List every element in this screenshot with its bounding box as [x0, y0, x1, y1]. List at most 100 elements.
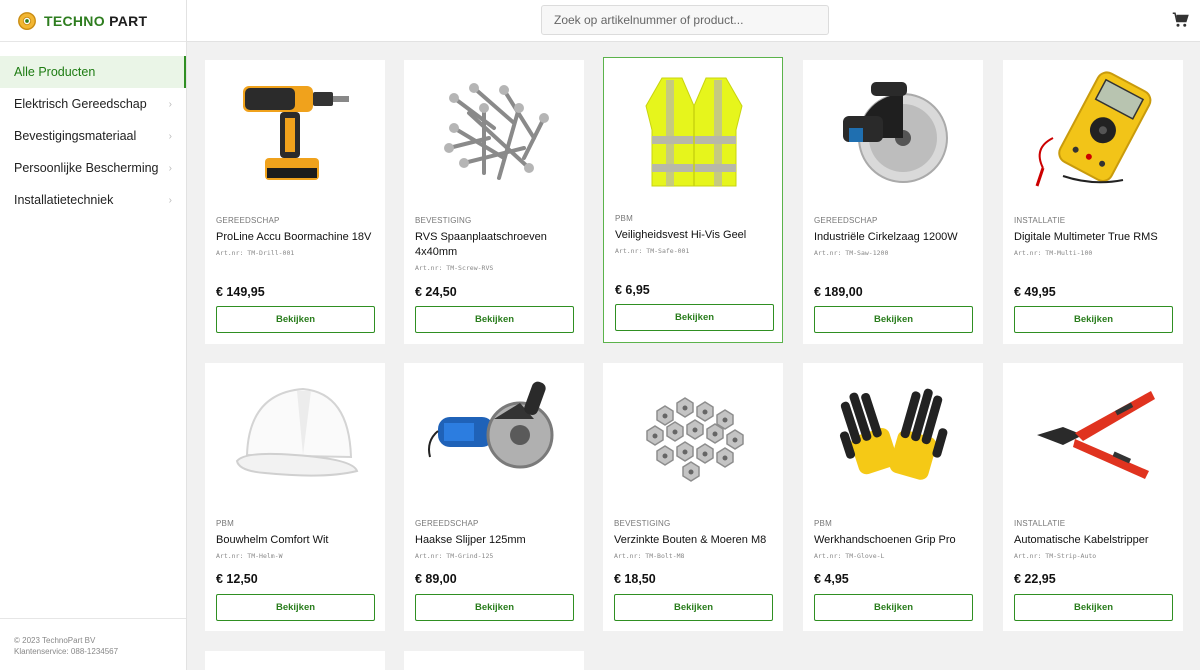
- cart-icon[interactable]: [1172, 11, 1190, 29]
- product-name: Digitale Multimeter True RMS: [1014, 231, 1158, 243]
- product-sku: Art.nr: TM-Multi-100: [1014, 249, 1093, 257]
- product-image: [404, 60, 584, 202]
- product-price: € 149,95: [216, 285, 265, 299]
- top-bar: [187, 0, 1200, 42]
- sidebar: TECHNO PART Alle Producten Elektrisch Ge…: [0, 0, 187, 670]
- helmet-icon: [235, 387, 359, 477]
- product-name: Werkhandschoenen Grip Pro: [814, 534, 956, 546]
- product-sku: Art.nr: TM-Glove-L: [814, 552, 885, 560]
- product-price: € 24,50: [415, 285, 457, 299]
- nuts-icon: [646, 397, 744, 482]
- product-price: € 12,50: [216, 572, 258, 586]
- product-category: BEVESTIGING: [415, 216, 472, 225]
- product-name: ProLine Accu Boormachine 18V: [216, 231, 372, 243]
- product-sku: Art.nr: TM-Bolt-M8: [614, 552, 685, 560]
- view-product-button[interactable]: Bekijken: [1014, 594, 1173, 621]
- sidebar-item-bevestigingsmateriaal[interactable]: Bevestigingsmateriaal ›: [0, 120, 186, 152]
- sidebar-item-label: Alle Producten: [14, 65, 96, 79]
- gear-logo-icon: [18, 11, 36, 30]
- product-card-partial[interactable]: [205, 651, 385, 670]
- sidebar-item-alle-producten[interactable]: Alle Producten: [0, 56, 186, 88]
- view-product-button[interactable]: Bekijken: [1014, 306, 1173, 333]
- product-name: Veiligheidsvest Hi-Vis Geel: [615, 229, 747, 241]
- product-name: Haakse Slijper 125mm: [415, 534, 526, 546]
- copyright-text: © 2023 TechnoPart BV: [14, 636, 96, 645]
- vest-icon: [645, 77, 743, 187]
- chevron-right-icon: ›: [168, 194, 172, 206]
- product-image: [205, 363, 385, 505]
- view-product-button[interactable]: Bekijken: [615, 304, 774, 331]
- drill-icon: [243, 86, 349, 180]
- product-image: [1003, 363, 1183, 505]
- product-card[interactable]: INSTALLATIE Digitale Multimeter True RMS…: [1003, 60, 1183, 344]
- product-sku: Art.nr: TM-Saw-1200: [814, 249, 889, 257]
- product-sku: Art.nr: TM-Grind-125: [415, 552, 494, 560]
- product-card[interactable]: PBM Werkhandschoenen Grip Pro Art.nr: TM…: [803, 363, 983, 631]
- product-price: € 189,00: [814, 285, 863, 299]
- chevron-right-icon: ›: [168, 130, 172, 142]
- saw-icon: [843, 82, 948, 183]
- screws-icon: [444, 83, 549, 180]
- product-image: [1003, 60, 1183, 202]
- product-image: [205, 60, 385, 202]
- product-price: € 89,00: [415, 572, 457, 586]
- product-image: [604, 58, 784, 200]
- chevron-right-icon: ›: [168, 162, 172, 174]
- product-category: GEREEDSCHAP: [814, 216, 878, 225]
- search-input[interactable]: [541, 5, 829, 35]
- product-card[interactable]: BEVESTIGING RVS Spaanplaatschroeven 4x40…: [404, 60, 584, 344]
- product-category: INSTALLATIE: [1014, 519, 1066, 528]
- product-sku: Art.nr: TM-Safe-001: [615, 247, 690, 255]
- product-sku: Art.nr: TM-Helm-W: [216, 552, 283, 560]
- customer-service-text: Klantenservice: 088-1234567: [14, 647, 119, 656]
- product-price: € 6,95: [615, 283, 650, 297]
- logo[interactable]: TECHNO PART: [0, 0, 186, 42]
- product-card[interactable]: PBM Bouwhelm Comfort Wit Art.nr: TM-Helm…: [205, 363, 385, 631]
- grinder-icon: [428, 381, 554, 469]
- chevron-right-icon: ›: [168, 98, 172, 110]
- product-card[interactable]: GEREEDSCHAP ProLine Accu Boormachine 18V…: [205, 60, 385, 344]
- sidebar-item-label: Persoonlijke Bescherming: [14, 161, 159, 175]
- sidebar-item-label: Bevestigingsmateriaal: [14, 129, 137, 143]
- gloves-icon: [839, 388, 948, 480]
- product-name: RVS Spaanplaatschroeven 4x40mm: [415, 231, 547, 258]
- product-price: € 18,50: [614, 572, 656, 586]
- view-product-button[interactable]: Bekijken: [216, 306, 375, 333]
- product-category: BEVESTIGING: [614, 519, 671, 528]
- product-category: PBM: [615, 214, 633, 223]
- view-product-button[interactable]: Bekijken: [216, 594, 375, 621]
- view-product-button[interactable]: Bekijken: [415, 594, 574, 621]
- view-product-button[interactable]: Bekijken: [814, 306, 973, 333]
- product-category: PBM: [814, 519, 832, 528]
- product-image: [603, 363, 783, 505]
- product-card[interactable]: BEVESTIGING Verzinkte Bouten & Moeren M8…: [603, 363, 783, 631]
- sidebar-item-label: Installatietechniek: [14, 193, 114, 207]
- product-category: PBM: [216, 519, 234, 528]
- multimeter-icon: [1035, 71, 1152, 187]
- product-card[interactable]: GEREEDSCHAP Haakse Slijper 125mm Art.nr:…: [404, 363, 584, 631]
- brand-name: TECHNO PART: [44, 12, 148, 29]
- product-card-partial[interactable]: [404, 651, 584, 670]
- product-sku: Art.nr: TM-Strip-Auto: [1014, 552, 1097, 560]
- product-name: Automatische Kabelstripper: [1014, 534, 1149, 546]
- product-card[interactable]: INSTALLATIE Automatische Kabelstripper A…: [1003, 363, 1183, 631]
- product-card[interactable]: GEREEDSCHAP Industriële Cirkelzaag 1200W…: [803, 60, 983, 344]
- product-category: GEREEDSCHAP: [415, 519, 479, 528]
- view-product-button[interactable]: Bekijken: [814, 594, 973, 621]
- product-name: Bouwhelm Comfort Wit: [216, 534, 329, 546]
- category-nav: Alle Producten Elektrisch Gereedschap › B…: [0, 56, 186, 216]
- view-product-button[interactable]: Bekijken: [415, 306, 574, 333]
- stripper-icon: [1037, 391, 1155, 479]
- view-product-button[interactable]: Bekijken: [614, 594, 773, 621]
- product-image: [803, 363, 983, 505]
- product-name: Verzinkte Bouten & Moeren M8: [614, 534, 767, 546]
- sidebar-item-installatietechniek[interactable]: Installatietechniek ›: [0, 184, 186, 216]
- sidebar-item-elektrisch-gereedschap[interactable]: Elektrisch Gereedschap ›: [0, 88, 186, 120]
- product-card[interactable]: PBM Veiligheidsvest Hi-Vis Geel Art.nr: …: [603, 57, 783, 343]
- product-price: € 4,95: [814, 572, 849, 586]
- product-sku: Art.nr: TM-Drill-001: [216, 249, 295, 257]
- product-category: GEREEDSCHAP: [216, 216, 280, 225]
- sidebar-item-persoonlijke-bescherming[interactable]: Persoonlijke Bescherming ›: [0, 152, 186, 184]
- product-name: Industriële Cirkelzaag 1200W: [814, 231, 958, 243]
- product-price: € 49,95: [1014, 285, 1056, 299]
